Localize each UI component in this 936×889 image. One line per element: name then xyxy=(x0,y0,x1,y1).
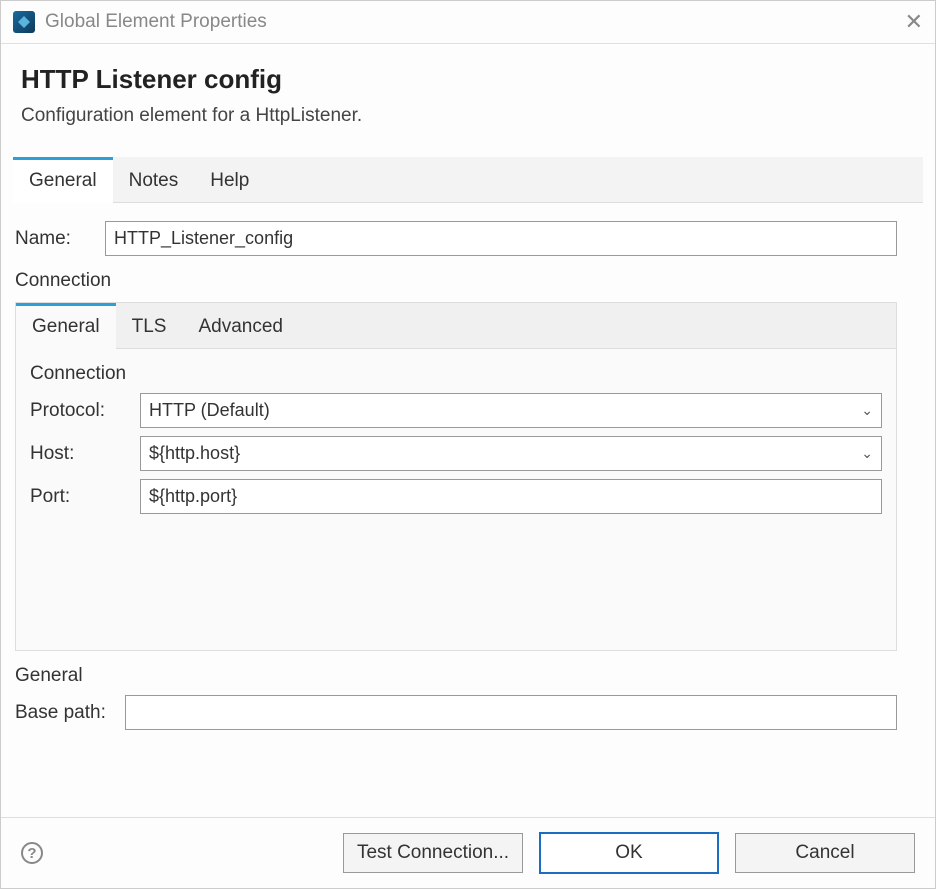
inner-tabstrip: General TLS Advanced xyxy=(16,303,896,349)
scroll-area[interactable]: Name: Connection General TLS Advanced Co… xyxy=(15,213,921,817)
port-row: Port: xyxy=(30,479,882,514)
main-tabstrip: General Notes Help xyxy=(13,157,923,203)
inner-tab-advanced[interactable]: Advanced xyxy=(182,303,299,348)
app-icon xyxy=(13,11,35,33)
connection-inner-label: Connection xyxy=(30,363,882,385)
tab-general[interactable]: General xyxy=(13,157,113,203)
basepath-row: Base path: xyxy=(15,695,897,730)
body-area: Name: Connection General TLS Advanced Co… xyxy=(1,203,935,817)
name-row: Name: xyxy=(15,221,897,256)
port-input[interactable] xyxy=(140,479,882,514)
header-block: HTTP Listener config Configuration eleme… xyxy=(1,44,935,137)
protocol-value: HTTP (Default) xyxy=(149,400,270,421)
basepath-label: Base path: xyxy=(15,702,125,724)
inner-tab-tls[interactable]: TLS xyxy=(116,303,183,348)
page-title: HTTP Listener config xyxy=(21,64,915,95)
host-label: Host: xyxy=(30,443,140,465)
protocol-row: Protocol: HTTP (Default) ⌄ xyxy=(30,393,882,428)
titlebar: Global Element Properties ✕ xyxy=(1,1,935,44)
tab-help[interactable]: Help xyxy=(194,157,265,202)
window-title: Global Element Properties xyxy=(45,11,267,33)
host-value: ${http.host} xyxy=(149,443,240,464)
host-row: Host: ${http.host} ⌄ xyxy=(30,436,882,471)
page-subtitle: Configuration element for a HttpListener… xyxy=(21,105,915,127)
inner-content: Connection Protocol: HTTP (Default) ⌄ Ho… xyxy=(16,349,896,636)
general-section-label: General xyxy=(15,665,897,687)
protocol-label: Protocol: xyxy=(30,400,140,422)
tab-notes[interactable]: Notes xyxy=(113,157,195,202)
connection-panel: General TLS Advanced Connection Protocol… xyxy=(15,302,897,651)
dialog-window: Global Element Properties ✕ HTTP Listene… xyxy=(0,0,936,889)
close-icon[interactable]: ✕ xyxy=(905,9,923,35)
help-icon[interactable]: ? xyxy=(21,842,43,864)
ok-button[interactable]: OK xyxy=(539,832,719,874)
inner-tab-general[interactable]: General xyxy=(16,303,116,349)
chevron-down-icon: ⌄ xyxy=(861,402,873,419)
bottom-bar: ? Test Connection... OK Cancel xyxy=(1,817,935,888)
name-label: Name: xyxy=(15,228,105,250)
connection-section-label: Connection xyxy=(15,270,897,292)
host-select[interactable]: ${http.host} ⌄ xyxy=(140,436,882,471)
chevron-down-icon: ⌄ xyxy=(861,445,873,462)
name-input[interactable] xyxy=(105,221,897,256)
protocol-select[interactable]: HTTP (Default) ⌄ xyxy=(140,393,882,428)
port-label: Port: xyxy=(30,486,140,508)
basepath-input[interactable] xyxy=(125,695,897,730)
test-connection-button[interactable]: Test Connection... xyxy=(343,833,523,873)
cancel-button[interactable]: Cancel xyxy=(735,833,915,873)
